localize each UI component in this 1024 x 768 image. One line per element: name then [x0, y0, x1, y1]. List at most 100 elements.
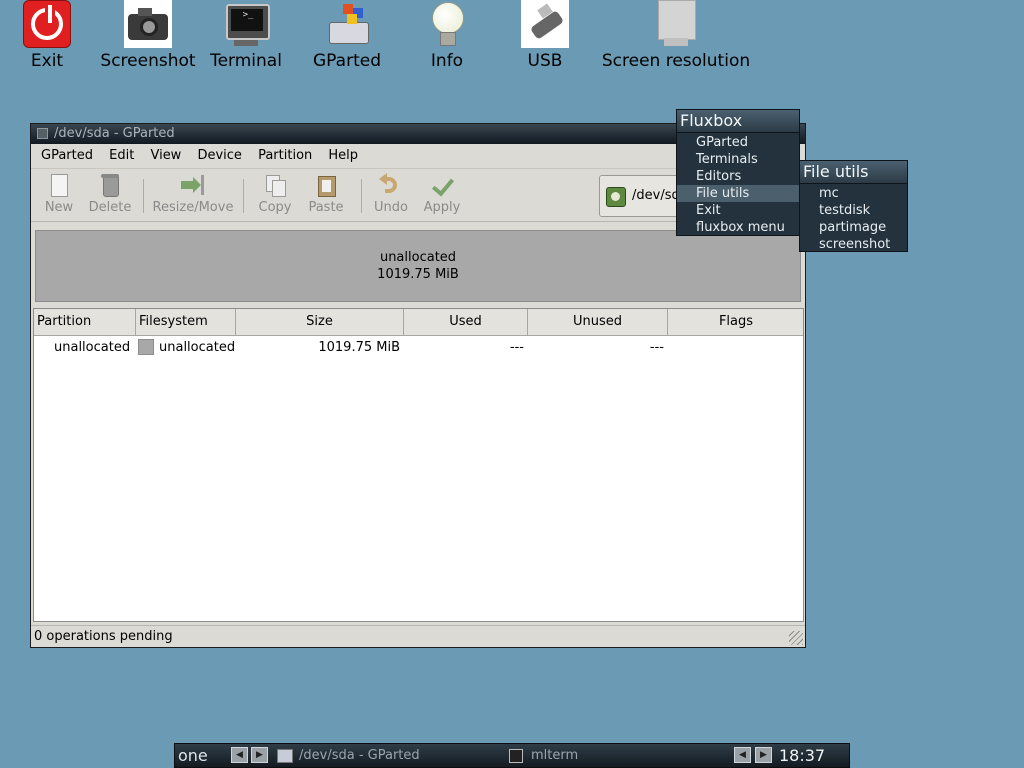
next-task-button[interactable]: ▶: [755, 747, 772, 763]
menu-item-file-utils[interactable]: File utils: [677, 185, 799, 202]
delete-button[interactable]: Delete: [87, 173, 133, 215]
column-used[interactable]: Used: [404, 309, 528, 335]
task-label: mlterm: [531, 748, 579, 763]
clock: 18:37: [779, 746, 826, 765]
usb-icon: [521, 0, 569, 48]
prev-task-button[interactable]: ◀: [734, 747, 751, 763]
toolbar-separator: [243, 179, 244, 213]
menu-item-gparted[interactable]: GParted: [677, 134, 799, 151]
status-bar: 0 operations pending: [31, 625, 805, 647]
taskbar: one ◀ ▶ /dev/sda - GParted mlterm ◀ ▶ 18…: [174, 743, 850, 768]
toolbar-label: Apply: [423, 200, 461, 215]
desktop-icon-label: Info: [430, 51, 464, 71]
terminal-task-icon: [509, 748, 523, 763]
partition-table: Partition Filesystem Size Used Unused Fl…: [33, 308, 804, 622]
column-filesystem[interactable]: Filesystem: [136, 309, 236, 335]
desktop-icon-exit[interactable]: Exit: [20, 0, 74, 71]
new-document-icon: [47, 173, 71, 197]
harddisk-icon: [606, 187, 626, 207]
table-row[interactable]: unallocated unallocated 1019.75 MiB --- …: [34, 337, 803, 359]
desktop-icon-screen-resolution[interactable]: Screen resolution: [596, 0, 756, 71]
cell-partition: unallocated: [54, 340, 131, 355]
desktop-icon-usb[interactable]: USB: [520, 0, 570, 71]
toolbar-label: Copy: [258, 200, 292, 215]
apply-button[interactable]: Apply: [421, 173, 463, 215]
column-size[interactable]: Size: [236, 309, 404, 335]
paste-icon: [314, 173, 338, 197]
column-partition[interactable]: Partition: [34, 309, 136, 335]
cell-unused: ---: [649, 340, 664, 355]
fluxbox-menu-title: Fluxbox: [677, 110, 799, 133]
desktop-icon-label: Exit: [30, 51, 64, 71]
paste-button[interactable]: Paste: [305, 173, 347, 215]
table-header: Partition Filesystem Size Used Unused Fl…: [34, 309, 803, 336]
desktop-icon-label: Screen resolution: [601, 51, 751, 71]
desktop-icon-info[interactable]: Info: [420, 0, 474, 71]
copy-icon: [263, 173, 287, 197]
graph-label: unallocated: [379, 250, 457, 265]
toolbar-label: New: [44, 200, 74, 215]
menu-device[interactable]: Device: [197, 148, 241, 163]
workspace-name[interactable]: one: [178, 744, 208, 767]
cell-filesystem-label: unallocated: [159, 340, 236, 355]
column-flags[interactable]: Flags: [668, 309, 804, 335]
cell-size: 1019.75 MiB: [318, 340, 400, 355]
fluxbox-menu: Fluxbox GParted Terminals Editors File u…: [676, 109, 800, 236]
toolbar-label: Undo: [374, 200, 408, 215]
gparted-task-icon: [277, 748, 293, 763]
new-button[interactable]: New: [41, 173, 77, 215]
terminal-icon: >_: [222, 0, 270, 48]
desktop-icon-label: Terminal: [210, 51, 282, 71]
window-title: /dev/sda - GParted: [54, 126, 175, 141]
menu-item-terminals[interactable]: Terminals: [677, 151, 799, 168]
prev-workspace-button[interactable]: ◀: [231, 747, 248, 763]
menu-edit[interactable]: Edit: [109, 148, 134, 163]
menu-item-testdisk[interactable]: testdisk: [800, 202, 907, 219]
desktop-icon-label: USB: [527, 51, 563, 71]
lightbulb-icon: [423, 0, 471, 48]
checkmark-icon: [430, 173, 455, 197]
desktop-icon-screenshot[interactable]: Screenshot: [96, 0, 200, 71]
power-icon: [23, 0, 71, 48]
gparted-icon: [323, 0, 371, 48]
column-unused[interactable]: Unused: [528, 309, 668, 335]
toolbar-label: Delete: [88, 200, 132, 215]
menu-partition[interactable]: Partition: [258, 148, 312, 163]
desktop-icon-label: Screenshot: [100, 51, 196, 71]
copy-button[interactable]: Copy: [255, 173, 295, 215]
menu-help[interactable]: Help: [328, 148, 358, 163]
menu-view[interactable]: View: [150, 148, 181, 163]
resize-move-button[interactable]: Resize/Move: [151, 173, 235, 215]
desktop-icon-label: GParted: [313, 51, 381, 71]
toolbar-label: Paste: [308, 200, 344, 215]
monitor-icon: [652, 0, 700, 48]
trash-icon: [98, 173, 122, 197]
graph-size: 1019.75 MiB: [377, 267, 459, 282]
task-mlterm[interactable]: mlterm: [507, 744, 727, 767]
resize-icon: [181, 173, 205, 197]
submenu-title: File utils: [800, 161, 907, 184]
next-workspace-button[interactable]: ▶: [251, 747, 268, 763]
status-text: 0 operations pending: [34, 629, 173, 644]
undo-icon: [379, 173, 403, 197]
task-gparted[interactable]: /dev/sda - GParted: [275, 744, 503, 767]
toolbar-label: Resize/Move: [152, 200, 234, 215]
menu-gparted[interactable]: GParted: [41, 148, 93, 163]
task-label: /dev/sda - GParted: [299, 748, 420, 763]
file-utils-submenu: File utils mc testdisk partimage screens…: [799, 160, 908, 252]
desktop-icon-terminal[interactable]: >_ Terminal: [206, 0, 286, 71]
menu-item-mc[interactable]: mc: [800, 185, 907, 202]
menu-item-editors[interactable]: Editors: [677, 168, 799, 185]
desktop-icon-gparted[interactable]: GParted: [308, 0, 386, 71]
camera-icon: [124, 0, 172, 48]
window-menu-button[interactable]: [37, 128, 48, 139]
menu-item-exit[interactable]: Exit: [677, 202, 799, 219]
menu-item-fluxbox-menu[interactable]: fluxbox menu: [677, 219, 799, 236]
toolbar-separator: [361, 179, 362, 213]
menu-item-partimage[interactable]: partimage: [800, 219, 907, 236]
partition-graph[interactable]: unallocated 1019.75 MiB: [35, 230, 801, 302]
resize-grip[interactable]: [789, 631, 803, 645]
menu-item-screenshot[interactable]: screenshot: [800, 236, 907, 253]
undo-button[interactable]: Undo: [371, 173, 411, 215]
cell-filesystem: unallocated: [138, 337, 235, 359]
